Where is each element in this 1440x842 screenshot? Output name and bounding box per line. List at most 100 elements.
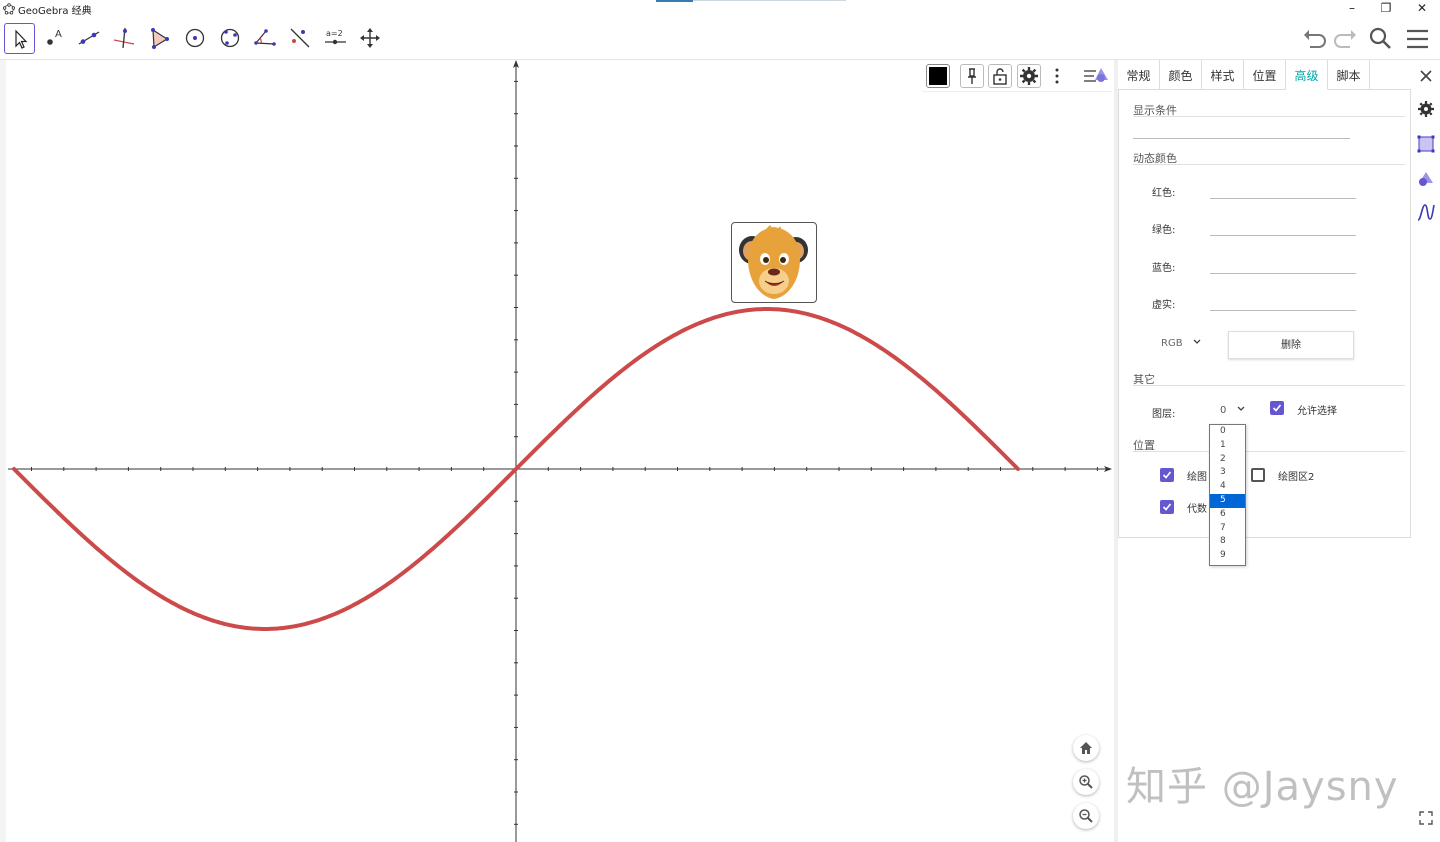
lion-image[interactable] xyxy=(731,222,817,303)
move-tool-button[interactable] xyxy=(4,23,35,54)
condition-input[interactable] xyxy=(1133,138,1350,139)
layer-label: 图层: xyxy=(1152,409,1176,420)
layer-select[interactable]: 0 xyxy=(1220,405,1246,416)
geogebra-logo-icon xyxy=(3,3,15,15)
advanced-panel: 显示条件 动态颜色 红色: 绿色: 蓝色: 虚实: RGB 删除 其它 图层: … xyxy=(1118,90,1411,538)
close-properties-button[interactable] xyxy=(1416,66,1436,86)
perpendicular-icon xyxy=(113,27,135,49)
tab-general[interactable]: 常规 xyxy=(1118,60,1160,90)
point-icon: A xyxy=(47,29,62,45)
layer-option[interactable]: 9 xyxy=(1210,549,1245,563)
perpendicular-tool-button[interactable] xyxy=(109,23,140,54)
shapes-icon xyxy=(1419,172,1433,186)
check-icon xyxy=(1162,503,1172,511)
opacity-input[interactable] xyxy=(1210,310,1356,311)
fullscreen-button[interactable] xyxy=(1416,808,1436,828)
home-view-button[interactable] xyxy=(1073,735,1099,761)
algebra-label: 代数 xyxy=(1187,504,1207,515)
delete-button[interactable]: 删除 xyxy=(1228,331,1354,359)
color-model-select[interactable]: RGB xyxy=(1161,338,1202,349)
layer-option[interactable]: 7 xyxy=(1210,522,1245,536)
color-button[interactable] xyxy=(926,64,950,88)
graphics1-checkbox[interactable] xyxy=(1160,468,1174,482)
redo-button[interactable] xyxy=(1330,24,1360,54)
blue-input[interactable] xyxy=(1210,273,1356,274)
settings-button[interactable] xyxy=(1017,64,1041,88)
reflect-tool-button[interactable] xyxy=(285,23,316,54)
graphics2-checkbox[interactable] xyxy=(1251,468,1265,482)
search-icon xyxy=(1369,27,1391,49)
vertical-dots-icon xyxy=(1055,68,1059,84)
circle-three-points-icon xyxy=(220,28,240,48)
layer-option-highlighted[interactable]: 5 xyxy=(1210,493,1245,508)
undo-button[interactable] xyxy=(1300,24,1330,54)
layer-option[interactable]: 3 xyxy=(1210,466,1245,480)
color-model-value: RGB xyxy=(1161,338,1183,349)
graphics-style-bar xyxy=(922,60,1112,92)
sidebar-item-functions[interactable] xyxy=(1416,202,1436,222)
layer-option[interactable]: 2 xyxy=(1210,453,1245,467)
graphics-canvas[interactable] xyxy=(6,60,1114,842)
tab-strip xyxy=(693,0,846,1)
fullscreen-icon xyxy=(1419,811,1433,825)
tab-scripting[interactable]: 脚本 xyxy=(1328,60,1370,90)
lion-cub-icon xyxy=(739,225,808,299)
close-button[interactable]: ✕ xyxy=(1404,0,1440,18)
toolbar: A a=2 xyxy=(0,18,1440,60)
section-divider xyxy=(1133,164,1405,165)
gear-icon xyxy=(1020,67,1038,85)
angle-tool-button[interactable] xyxy=(250,23,281,54)
layer-option[interactable]: 1 xyxy=(1210,439,1245,453)
minimize-button[interactable]: – xyxy=(1334,0,1370,18)
search-button[interactable] xyxy=(1366,24,1396,54)
tab-advanced[interactable]: 高级 xyxy=(1286,60,1328,90)
layer-option[interactable]: 8 xyxy=(1210,535,1245,549)
opacity-label: 虚实: xyxy=(1152,300,1176,311)
sidebar-item-graphics[interactable] xyxy=(1416,134,1436,154)
line-tool-button[interactable] xyxy=(74,23,105,54)
close-icon xyxy=(1420,70,1432,82)
layer-dropdown-list[interactable]: 0 1 2 3 4 5 6 7 8 9 xyxy=(1209,424,1246,566)
chevron-down-icon xyxy=(1193,339,1201,344)
black-swatch xyxy=(929,67,947,85)
circle-tool-button[interactable] xyxy=(180,23,211,54)
algebra-checkbox[interactable] xyxy=(1160,500,1174,514)
circle-center-icon xyxy=(185,28,205,48)
restore-button[interactable]: ❐ xyxy=(1368,0,1404,18)
toggle-style-bar-button[interactable] xyxy=(1082,64,1110,88)
green-input[interactable] xyxy=(1210,235,1356,236)
zoom-in-button[interactable] xyxy=(1073,769,1099,795)
sidebar-item-objects[interactable] xyxy=(1416,169,1436,189)
polygon-tool-button[interactable] xyxy=(144,23,175,54)
layer-option[interactable]: 0 xyxy=(1210,425,1245,439)
slider-tool-button[interactable]: a=2 xyxy=(320,23,351,54)
properties-panel: 常规 颜色 样式 位置 高级 脚本 显示条件 动态颜色 红色: 绿色: 蓝色: … xyxy=(1118,60,1411,842)
graphics-view[interactable] xyxy=(0,60,1114,842)
layer-option[interactable]: 6 xyxy=(1210,508,1245,522)
move-view-tool-button[interactable] xyxy=(355,23,386,54)
graphics2-label: 绘图区2 xyxy=(1278,472,1315,483)
check-icon xyxy=(1162,471,1172,479)
home-icon xyxy=(1080,742,1092,754)
layer-option[interactable]: 4 xyxy=(1210,480,1245,494)
red-input[interactable] xyxy=(1210,198,1356,199)
chevron-down-icon xyxy=(1237,406,1245,411)
tab-position[interactable]: 位置 xyxy=(1244,60,1286,90)
section-divider xyxy=(1133,385,1405,386)
red-label: 红色: xyxy=(1152,188,1176,199)
tab-style[interactable]: 样式 xyxy=(1202,60,1244,90)
pin-icon xyxy=(968,68,976,84)
sidebar-item-preferences[interactable] xyxy=(1416,99,1436,119)
main-menu-button[interactable] xyxy=(1403,24,1433,54)
tab-indicator xyxy=(656,0,693,2)
lock-button[interactable] xyxy=(988,64,1012,88)
point-tool-button[interactable]: A xyxy=(40,23,71,54)
move-arrows-icon xyxy=(360,28,380,48)
tab-color[interactable]: 颜色 xyxy=(1160,60,1202,90)
zoom-out-button[interactable] xyxy=(1073,803,1099,829)
more-options-button[interactable] xyxy=(1052,66,1062,86)
allow-select-checkbox[interactable] xyxy=(1270,401,1284,415)
circle-3-points-tool-button[interactable] xyxy=(215,23,246,54)
pin-button[interactable] xyxy=(960,64,984,88)
graphics-view-icon xyxy=(1417,135,1435,153)
